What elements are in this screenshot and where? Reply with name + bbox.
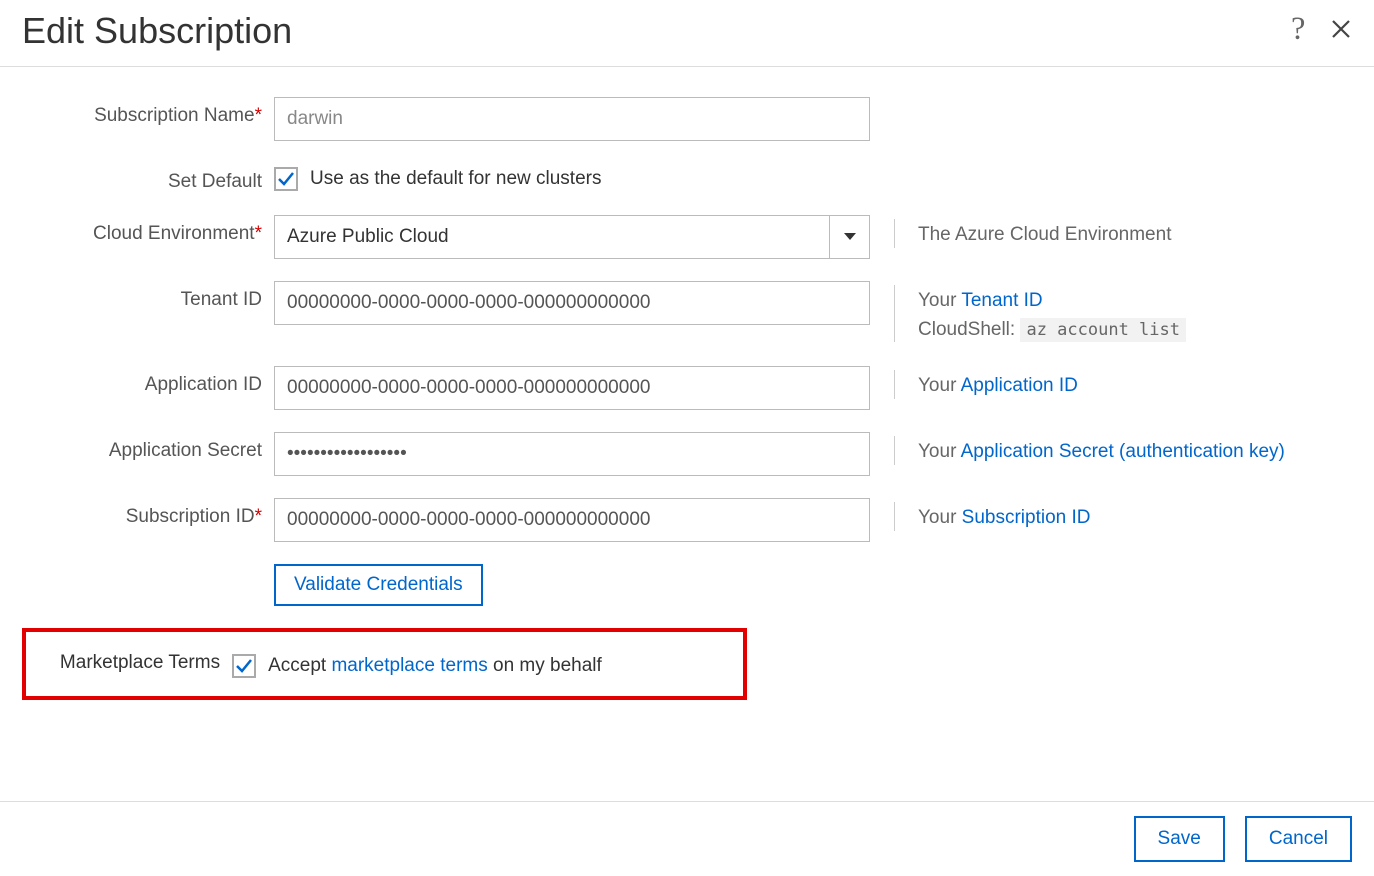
row-subscription-id: Subscription ID* Your Subscription ID — [22, 498, 1352, 542]
close-icon[interactable] — [1330, 18, 1352, 45]
label-subscription-name: Subscription Name* — [22, 97, 274, 127]
help-tenant-id: Your Tenant ID CloudShell: az account li… — [870, 281, 1186, 344]
header-actions: ? — [1290, 14, 1352, 49]
application-secret-link[interactable]: Application Secret (authentication key) — [961, 441, 1285, 462]
required-asterisk: * — [255, 506, 262, 527]
label-tenant-id: Tenant ID — [22, 281, 274, 311]
application-id-link[interactable]: Application ID — [961, 375, 1078, 396]
help-icon[interactable]: ? — [1290, 14, 1312, 49]
set-default-label-text: Use as the default for new clusters — [310, 168, 601, 190]
row-cloud-environment: Cloud Environment* Azure Public Cloud Th… — [22, 215, 1352, 259]
checkmark-icon — [235, 657, 253, 675]
set-default-checkbox[interactable] — [274, 167, 298, 191]
subscription-id-input[interactable] — [274, 498, 870, 542]
validate-credentials-button[interactable]: Validate Credentials — [274, 564, 483, 606]
label-application-secret: Application Secret — [22, 432, 274, 462]
row-subscription-name: Subscription Name* — [22, 97, 1352, 141]
tenant-id-input[interactable] — [274, 281, 870, 325]
row-application-id: Application ID Your Application ID — [22, 366, 1352, 410]
required-asterisk: * — [255, 223, 262, 244]
application-secret-input[interactable] — [274, 432, 870, 476]
row-marketplace-terms: Marketplace Terms Accept marketplace ter… — [32, 650, 737, 678]
row-application-secret: Application Secret Your Application Secr… — [22, 432, 1352, 476]
label-application-id: Application ID — [22, 366, 274, 396]
row-tenant-id: Tenant ID Your Tenant ID CloudShell: az … — [22, 281, 1352, 344]
help-cloud-environment: The Azure Cloud Environment — [870, 215, 1171, 250]
cancel-button[interactable]: Cancel — [1245, 816, 1352, 862]
dialog-title: Edit Subscription — [22, 10, 1290, 52]
label-subscription-id: Subscription ID* — [22, 498, 274, 528]
label-set-default: Set Default — [22, 163, 274, 193]
label-cloud-environment: Cloud Environment* — [22, 215, 274, 245]
marketplace-terms-link[interactable]: marketplace terms — [331, 655, 487, 676]
subscription-name-input[interactable] — [274, 97, 870, 141]
application-id-input[interactable] — [274, 366, 870, 410]
marketplace-terms-highlight: Marketplace Terms Accept marketplace ter… — [22, 628, 747, 700]
svg-text:?: ? — [1291, 14, 1305, 44]
subscription-id-link[interactable]: Subscription ID — [962, 507, 1091, 528]
cloud-environment-select[interactable]: Azure Public Cloud — [274, 215, 870, 259]
save-button[interactable]: Save — [1134, 816, 1225, 862]
row-validate: Validate Credentials — [22, 564, 1352, 606]
row-set-default: Set Default Use as the default for new c… — [22, 163, 1352, 193]
form-body: Subscription Name* Set Default Use as th… — [0, 67, 1374, 700]
required-asterisk: * — [255, 105, 262, 126]
tenant-id-link[interactable]: Tenant ID — [961, 290, 1042, 311]
cloud-environment-value: Azure Public Cloud — [275, 226, 829, 248]
label-marketplace-terms: Marketplace Terms — [32, 650, 232, 674]
marketplace-terms-checkbox[interactable] — [232, 654, 256, 678]
chevron-down-icon — [829, 216, 869, 258]
dialog-footer: Save Cancel — [0, 801, 1374, 876]
marketplace-terms-text: Accept marketplace terms on my behalf — [268, 655, 602, 677]
help-application-id: Your Application ID — [870, 366, 1078, 401]
cloudshell-code: az account list — [1020, 318, 1186, 342]
dialog-header: Edit Subscription ? — [0, 0, 1374, 67]
help-subscription-id: Your Subscription ID — [870, 498, 1091, 533]
checkmark-icon — [277, 170, 295, 188]
help-application-secret: Your Application Secret (authentication … — [870, 432, 1285, 467]
